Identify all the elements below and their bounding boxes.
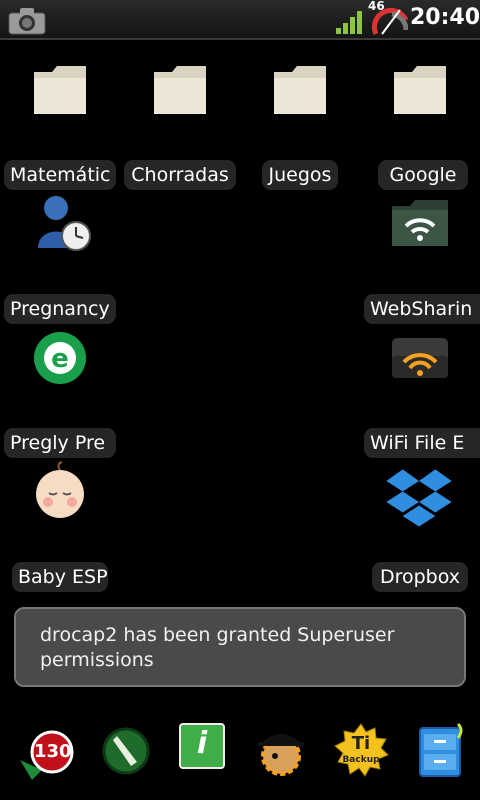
toast-message: drocap2 has been granted Superuser permi… xyxy=(40,624,395,671)
signal-strength-icon xyxy=(336,11,362,34)
dock-app-badge-app[interactable]: 130 xyxy=(20,722,78,780)
status-bar: 46 20:40 xyxy=(0,0,480,40)
desktop-item-folder-3[interactable]: Juegos xyxy=(240,58,360,190)
folder-icon xyxy=(274,66,326,114)
desktop-item-folder-2[interactable]: Chorradas xyxy=(120,58,240,190)
desktop-item-baby-esp[interactable]: Baby ESP xyxy=(0,460,120,592)
folder-icon xyxy=(394,66,446,114)
dock-app-cleaner[interactable] xyxy=(97,722,155,780)
status-time: 20:40 xyxy=(410,5,480,30)
dropbox-icon xyxy=(386,469,452,527)
websharing-wifi-folder-icon xyxy=(392,200,448,246)
superuser-toast: drocap2 has been granted Superuser permi… xyxy=(14,607,466,687)
desktop-item-label: WebSharin xyxy=(364,294,480,324)
folder-icon xyxy=(154,66,206,114)
dock-app-file-cabinet[interactable] xyxy=(414,722,472,780)
desktop-item-pregnancy[interactable]: Pregnancy xyxy=(0,192,120,324)
dock: 130 i Ti Backup xyxy=(0,712,480,800)
desktop-item-folder-1[interactable]: Matemátic xyxy=(0,58,120,190)
pregly-e-icon: e xyxy=(34,332,86,384)
speed-gauge-icon xyxy=(372,7,408,36)
file-cabinet-icon xyxy=(419,722,463,777)
desktop-item-label: Pregnancy xyxy=(4,294,116,324)
dock-app-clockwork[interactable] xyxy=(252,722,310,780)
desktop-item-label: Matemátic xyxy=(4,160,116,190)
desktop-item-label: WiFi File E xyxy=(364,428,480,458)
desktop-item-label: Dropbox xyxy=(372,562,468,592)
dock-app-titanium-backup[interactable]: Ti Backup xyxy=(332,722,390,780)
desktop-item-label: Chorradas xyxy=(124,160,236,190)
desktop-item-dropbox[interactable]: Dropbox xyxy=(360,460,480,592)
desktop-item-label: Baby ESP xyxy=(12,562,108,592)
desktop-item-folder-4[interactable]: Google xyxy=(360,58,480,190)
backup-text-bottom: Backup xyxy=(342,755,380,765)
svg-text:e: e xyxy=(51,344,69,374)
wifi-file-explorer-icon xyxy=(392,338,448,378)
desktop-item-label: Juegos xyxy=(262,160,338,190)
desktop-item-label: Pregly Pre xyxy=(4,428,116,458)
pregnancy-person-clock-icon xyxy=(38,196,91,251)
baby-face-icon xyxy=(36,461,84,518)
badge-count: 130 xyxy=(34,741,72,762)
info-letter: i xyxy=(196,726,208,761)
broom-bottle-icon xyxy=(102,727,150,775)
folder-icon xyxy=(34,66,86,114)
desktop-item-label: Google xyxy=(378,160,468,190)
desktop-item-pregly[interactable]: e Pregly Pre xyxy=(0,326,120,458)
desktop-item-wifi-file-explorer[interactable]: WiFi File E xyxy=(360,326,480,458)
desktop-item-websharing[interactable]: WebSharin xyxy=(360,192,480,324)
backup-text-top: Ti xyxy=(351,733,371,754)
dock-app-info[interactable]: i xyxy=(178,722,236,780)
camera-icon xyxy=(8,8,46,35)
clockwork-head-icon xyxy=(258,734,304,776)
